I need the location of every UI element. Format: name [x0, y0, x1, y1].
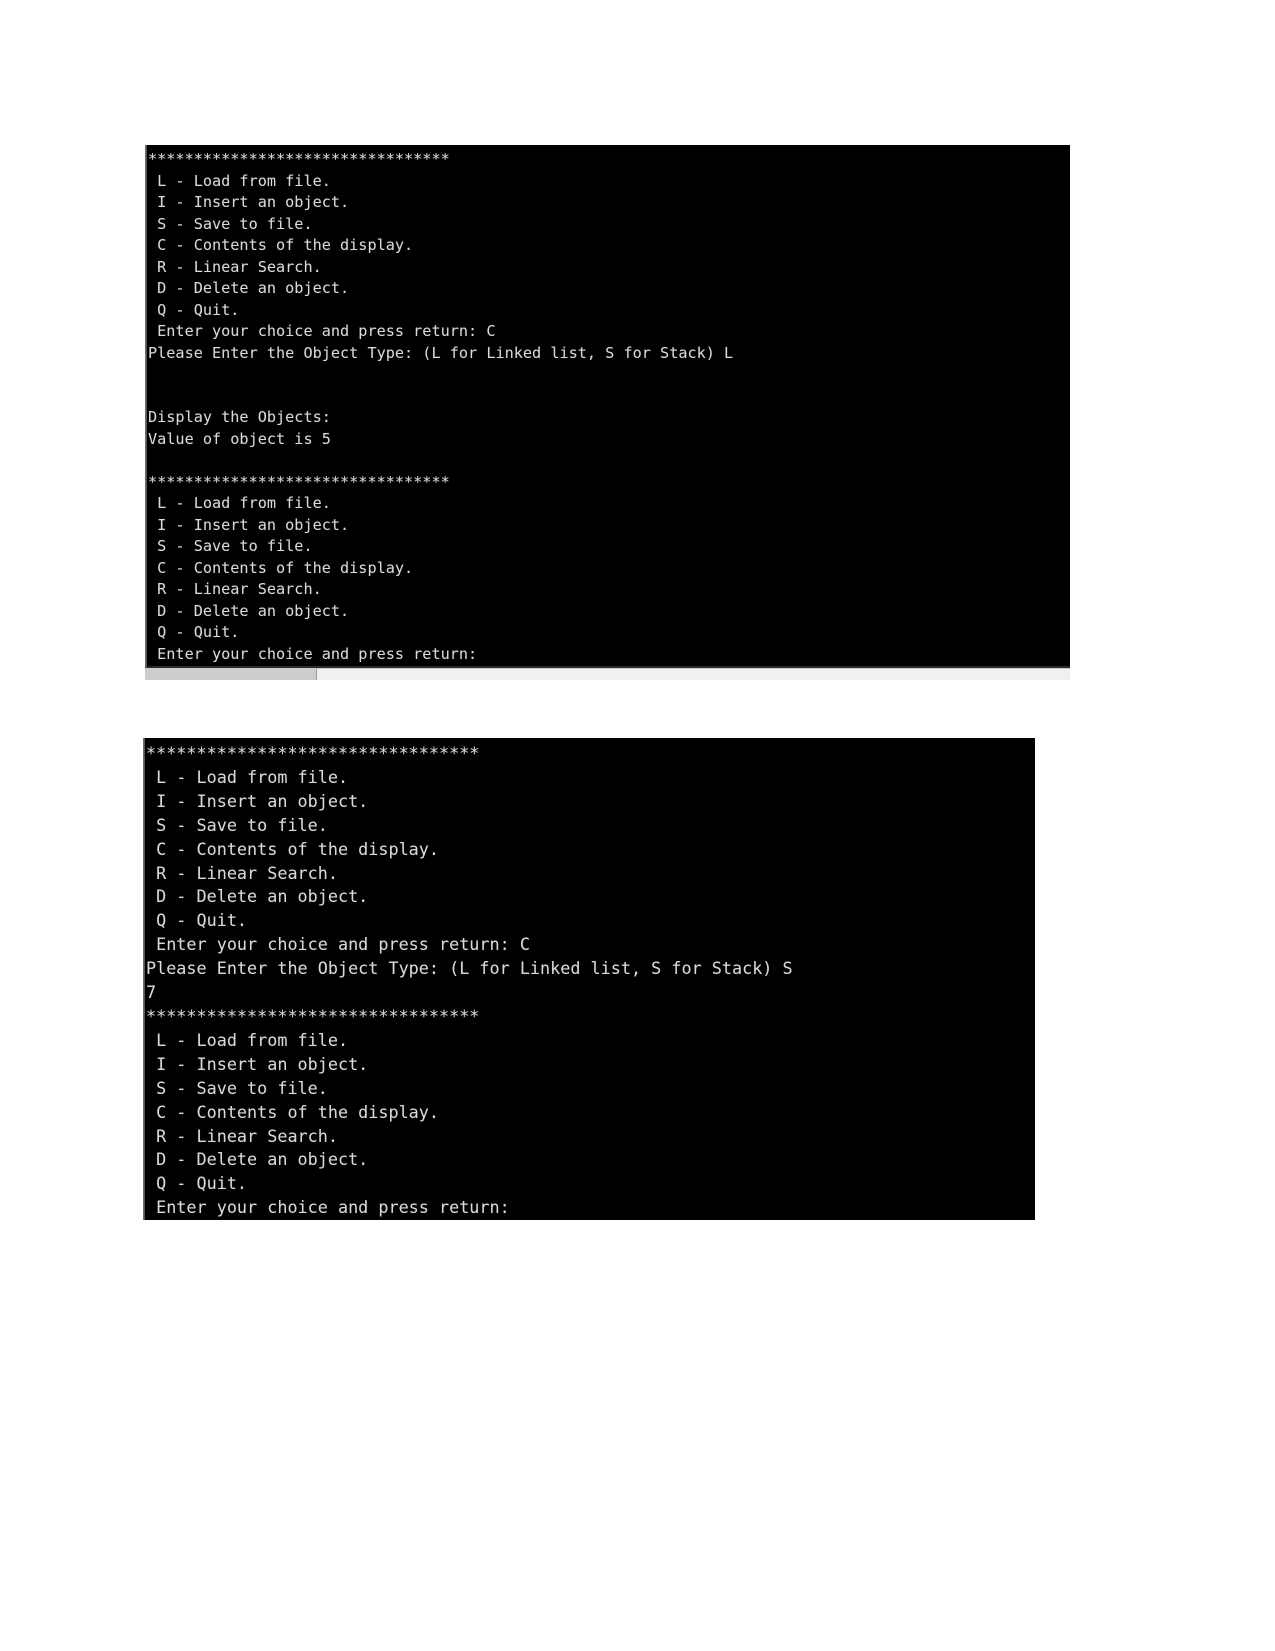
console-line: ********************************* — [148, 150, 450, 168]
console-line: S - Save to file. — [146, 1077, 328, 1098]
console-line: C - Contents of the display. — [148, 236, 414, 254]
console-line: I - Insert an object. — [148, 515, 350, 534]
console-output-1: ********************************* L - Lo… — [145, 145, 1070, 665]
console-line: R - Linear Search. — [148, 580, 322, 598]
console-line: S - Save to file. — [148, 214, 313, 233]
console-line: Enter your choice and press return: — [146, 1197, 510, 1218]
console-line: S - Save to file. — [146, 814, 328, 835]
console-window-2[interactable]: ********************************* L - Lo… — [143, 738, 1035, 1220]
console-line: ********************************* — [146, 743, 480, 763]
console-line: Value of object is 5 — [148, 429, 331, 448]
console-line: L - Load from file. — [148, 171, 331, 190]
console-line: C - Contents of the display. — [146, 1101, 439, 1122]
document-page: ********************************* L - Lo… — [0, 0, 1275, 1651]
console-line: 7 — [146, 982, 157, 1003]
console-line: Please Enter the Object Type: (L for Lin… — [148, 343, 734, 362]
console-line: L - Load from file. — [148, 494, 331, 512]
console-line: C - Contents of the display. — [148, 558, 414, 577]
console-line: L - Load from file. — [146, 1029, 349, 1050]
console-line: R - Linear Search. — [148, 257, 322, 276]
console-line: Q - Quit. — [148, 300, 240, 319]
horizontal-scrollbar-1[interactable] — [145, 668, 1070, 680]
scrollbar-thumb-1[interactable] — [145, 669, 317, 680]
console-line: Q - Quit. — [146, 1173, 248, 1194]
console-line: Display the Objects: — [148, 408, 331, 426]
console-line: ********************************* — [148, 472, 450, 491]
console-line: L - Load from file. — [146, 766, 349, 787]
console-window-1[interactable]: ********************************* L - Lo… — [145, 145, 1070, 668]
console-line: I - Insert an object. — [146, 1053, 369, 1074]
console-line: R - Linear Search. — [146, 1125, 338, 1146]
console-line: I - Insert an object. — [146, 790, 369, 811]
console-line: Enter your choice and press return: C — [146, 934, 530, 955]
console-line: Q - Quit. — [148, 623, 240, 641]
console-line: Please Enter the Object Type: (L for Lin… — [146, 958, 793, 979]
console-line: D - Delete an object. — [148, 279, 350, 297]
console-line: Q - Quit. — [146, 910, 248, 931]
console-line: D - Delete an object. — [146, 1149, 369, 1170]
console-line: I - Insert an object. — [148, 193, 350, 211]
console-line: ********************************* — [146, 1005, 480, 1026]
console-line: D - Delete an object. — [148, 601, 350, 620]
console-output-2: ********************************* L - Lo… — [143, 738, 1035, 1220]
console-line: Enter your choice and press return: — [148, 644, 478, 663]
console-line: Enter your choice and press return: C — [148, 322, 496, 340]
console-line: D - Delete an object. — [146, 886, 369, 907]
console-line: C - Contents of the display. — [146, 838, 439, 859]
console-line: S - Save to file. — [148, 537, 313, 555]
console-line: R - Linear Search. — [146, 862, 338, 883]
